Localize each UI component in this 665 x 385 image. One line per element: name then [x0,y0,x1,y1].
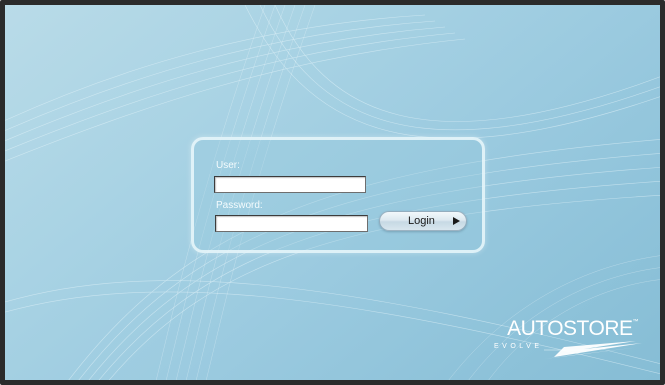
trademark-symbol: ™ [632,319,639,325]
logo-text: AUTOSTORE [507,317,633,340]
password-input[interactable] [215,215,368,232]
logo-tagline: EVOLVE [494,343,543,350]
login-button-label: Login [408,215,435,227]
login-panel: User: Password: Login [191,137,485,253]
app-window: User: Password: Login AUTOSTORE™ EVOLVE [0,0,665,385]
login-button[interactable]: Login [379,211,467,231]
logo-wordmark: AUTOSTORE™ [507,317,638,341]
user-input[interactable] [214,176,366,193]
swoosh-icon [544,341,642,359]
play-arrow-icon [453,217,460,225]
user-label: User: [216,160,240,171]
autostore-logo: AUTOSTORE™ EVOLVE [492,317,644,361]
password-label: Password: [216,200,263,211]
